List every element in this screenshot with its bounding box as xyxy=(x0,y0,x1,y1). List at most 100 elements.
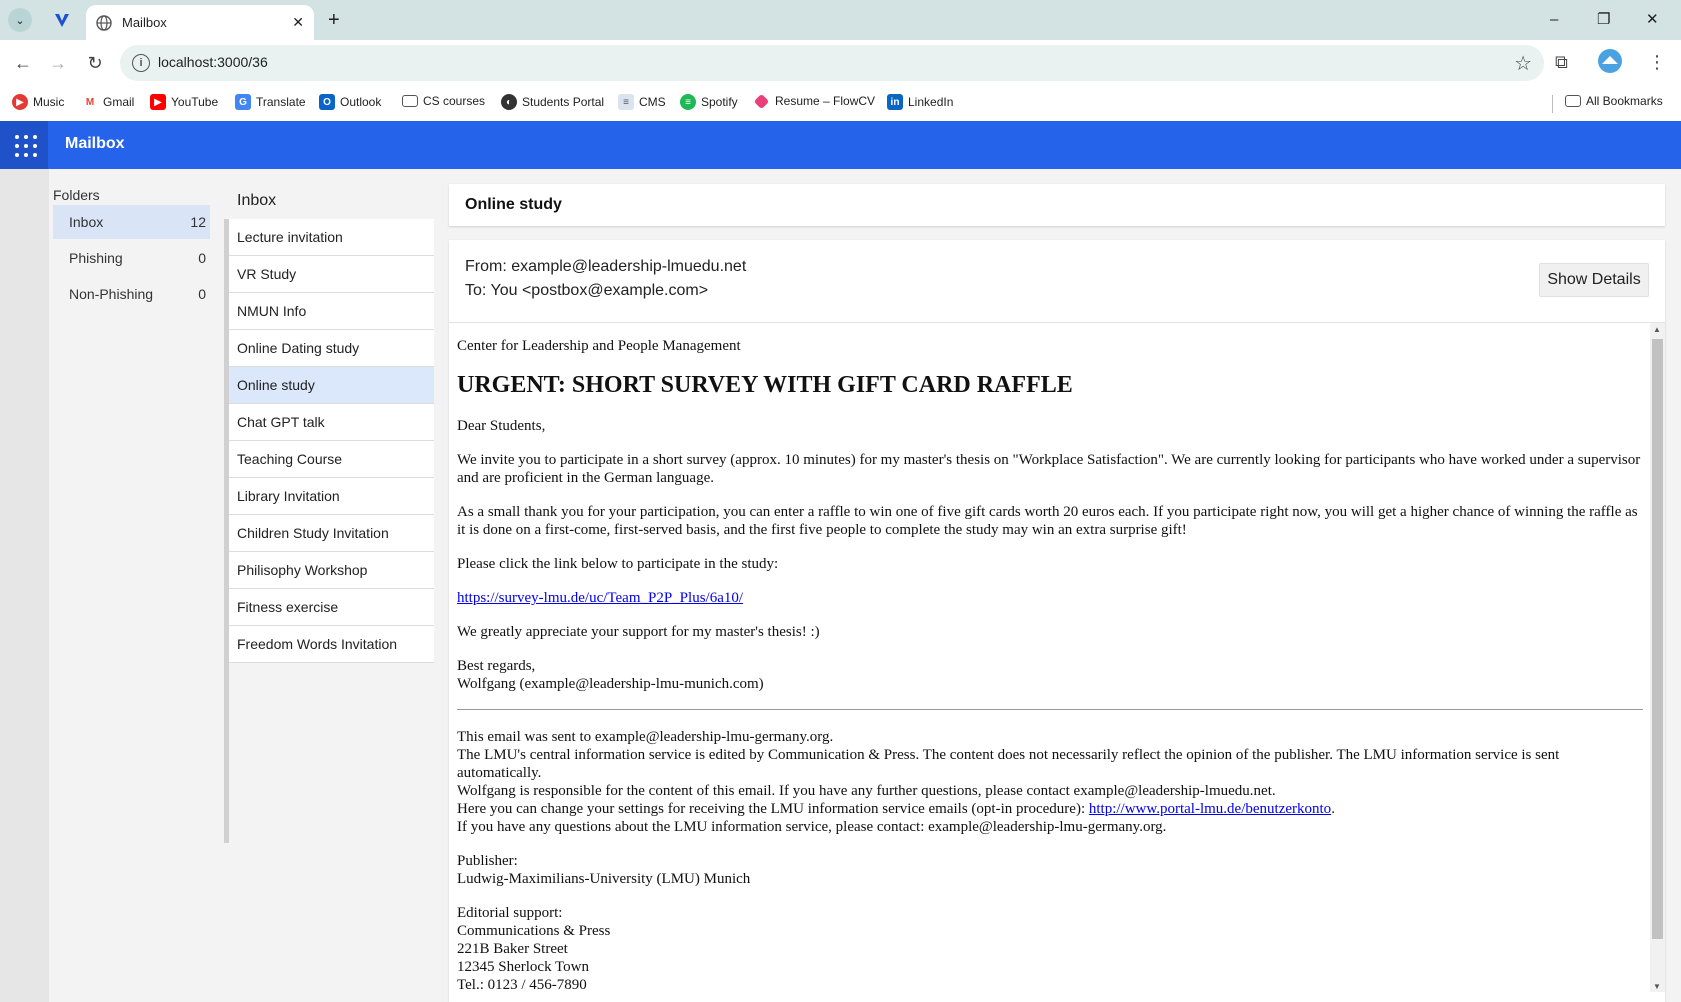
globe-icon xyxy=(96,14,112,31)
mail-list-item-selected[interactable]: Online study xyxy=(229,367,434,404)
mail-list-item[interactable]: Lecture invitation xyxy=(229,219,434,256)
left-rail xyxy=(0,169,49,1002)
browser-tab[interactable]: Mailbox ✕ xyxy=(86,5,314,40)
bookmarks-bar: ▶ Music M Gmail ▶ YouTube G Translate O Outlo… xyxy=(0,86,1681,120)
footer-line-3: Wolfgang is responsible for the content … xyxy=(457,783,1276,799)
message-from: From: example@leadership-lmuedu.net xyxy=(465,258,747,275)
mail-list-item[interactable]: Philisophy Workshop xyxy=(229,552,434,589)
message-body-frame[interactable]: Center for Leadership and People Managem… xyxy=(449,322,1665,992)
folder-phishing[interactable]: Phishing 0 xyxy=(53,241,210,275)
gmail-icon: M xyxy=(82,94,98,110)
forward-icon[interactable]: → xyxy=(45,50,71,76)
mail-list-item[interactable]: Library Invitation xyxy=(229,478,434,515)
bookmark-label: Spotify xyxy=(701,95,738,109)
editorial-line-4: Tel.: 0123 / 456-7890 xyxy=(457,977,587,992)
new-tab-icon[interactable]: + xyxy=(328,8,340,32)
browser-tab-bar: ⌄ Mailbox ✕ + – ❐ ✕ xyxy=(0,0,1681,40)
footer-line-4-suffix: . xyxy=(1331,801,1335,817)
mail-list-item[interactable]: Online Dating study xyxy=(229,330,434,367)
address-bar[interactable]: i localhost:3000/36 ☆ xyxy=(120,45,1544,81)
bookmark-youtube[interactable]: ▶ YouTube xyxy=(150,94,218,110)
bookmark-linkedin[interactable]: in LinkedIn xyxy=(887,94,953,110)
folder-label: Inbox xyxy=(69,214,104,230)
bookmark-label: Translate xyxy=(256,95,306,109)
message-subject: Online study xyxy=(465,196,562,213)
folder-count: 0 xyxy=(198,286,206,302)
editorial-line-3: 12345 Sherlock Town xyxy=(457,959,589,975)
url-text: localhost:3000/36 xyxy=(158,54,268,70)
tab-title: Mailbox xyxy=(122,15,167,30)
globe-icon: ◐ xyxy=(501,94,517,110)
folder-label: Non-Phishing xyxy=(69,286,154,302)
footer-line-2: The LMU's central information service is… xyxy=(457,747,1560,781)
paragraph-1: We invite you to participate in a short … xyxy=(457,452,1641,486)
message-headline: URGENT: SHORT SURVEY WITH GIFT CARD RAFF… xyxy=(457,372,1073,398)
tab-search-chevron-icon[interactable]: ⌄ xyxy=(8,8,32,32)
bookmark-label: LinkedIn xyxy=(908,95,954,109)
bookmark-star-icon[interactable]: ☆ xyxy=(1514,51,1532,76)
bookmark-label: Gmail xyxy=(103,95,135,109)
bookmark-cms[interactable]: ≡ CMS xyxy=(618,94,666,110)
spotify-icon: ≡ xyxy=(680,94,696,110)
folder-inbox[interactable]: Inbox 12 xyxy=(53,205,210,239)
all-bookmarks-label: All Bookmarks xyxy=(1586,94,1663,108)
bookmark-cs-courses[interactable]: CS courses xyxy=(402,94,485,108)
bookmark-gmail[interactable]: M Gmail xyxy=(82,94,134,110)
site-info-icon[interactable]: i xyxy=(132,54,150,72)
profile-avatar[interactable] xyxy=(1597,48,1623,79)
account-settings-link[interactable]: http://www.portal-lmu.de/benutzerkonto xyxy=(1089,801,1331,817)
apps-grid-icon[interactable] xyxy=(0,121,48,169)
folders-pane: Folders Inbox 12 Phishing 0 Non-Phishing… xyxy=(49,169,224,1002)
bookmark-label: Students Portal xyxy=(522,95,605,109)
bookmark-music[interactable]: ▶ Music xyxy=(12,94,64,110)
mail-list-item[interactable]: VR Study xyxy=(229,256,434,293)
browser-toolbar: ← → ↻ i localhost:3000/36 ☆ ⧉ ⋮ xyxy=(0,40,1681,86)
regards: Best regards, xyxy=(457,658,536,674)
folder-label: Phishing xyxy=(69,250,123,266)
bookmark-translate[interactable]: G Translate xyxy=(235,94,306,110)
bookmark-outlook[interactable]: O Outlook xyxy=(319,94,381,110)
show-details-button[interactable]: Show Details xyxy=(1539,263,1649,297)
music-icon: ▶ xyxy=(12,94,28,110)
mail-list-item[interactable]: Children Study Invitation xyxy=(229,515,434,552)
mail-list-item[interactable]: Fitness exercise xyxy=(229,589,434,626)
minimize-icon[interactable]: – xyxy=(1550,8,1558,32)
folder-count: 12 xyxy=(190,214,206,230)
bookmark-label: CMS xyxy=(639,95,666,109)
footer-divider xyxy=(457,709,1643,710)
message-card: From: example@leadership-lmuedu.net To: … xyxy=(449,240,1665,1002)
mail-list-item[interactable]: Teaching Course xyxy=(229,441,434,478)
bookmark-label: YouTube xyxy=(171,95,219,109)
scroll-up-icon[interactable]: ▲ xyxy=(1653,325,1661,334)
restore-icon[interactable]: ❐ xyxy=(1597,8,1610,32)
bookmark-label: Resume – FlowCV xyxy=(775,94,876,108)
footer-line-4-prefix: Here you can change your settings for re… xyxy=(457,801,1089,817)
bookmark-spotify[interactable]: ≡ Spotify xyxy=(680,94,738,110)
folder-non-phishing[interactable]: Non-Phishing 0 xyxy=(53,277,210,311)
message-scrollbar[interactable]: ▲ ▼ xyxy=(1650,323,1665,992)
subject-card: Online study xyxy=(449,184,1665,226)
all-bookmarks[interactable]: All Bookmarks xyxy=(1565,94,1663,108)
close-window-icon[interactable]: ✕ xyxy=(1646,8,1659,32)
survey-link[interactable]: https://survey-lmu.de/uc/Team_P2P_Plus/6… xyxy=(457,590,743,606)
org-line: Center for Leadership and People Managem… xyxy=(457,338,741,354)
mail-list-item[interactable]: Chat GPT talk xyxy=(229,404,434,441)
mail-list-header: Inbox xyxy=(237,192,277,209)
bookmark-flowcv[interactable]: Resume – FlowCV xyxy=(753,93,876,109)
extensions-icon[interactable]: ⧉ xyxy=(1555,52,1568,73)
folder-count: 0 xyxy=(198,250,206,266)
editorial-label: Editorial support: xyxy=(457,905,563,921)
mail-list-item[interactable]: Freedom Words Invitation xyxy=(229,626,434,663)
document-icon: ≡ xyxy=(618,94,634,110)
app-title: Mailbox xyxy=(65,135,125,152)
scrollbar-thumb[interactable] xyxy=(1652,339,1663,939)
menu-kebab-icon[interactable]: ⋮ xyxy=(1648,52,1666,73)
scroll-down-icon[interactable]: ▼ xyxy=(1653,982,1661,991)
reload-icon[interactable]: ↻ xyxy=(82,50,108,76)
v-logo-icon[interactable] xyxy=(50,8,74,32)
close-tab-icon[interactable]: ✕ xyxy=(292,14,304,31)
bookmarks-separator xyxy=(1552,95,1553,113)
mail-list-item[interactable]: NMUN Info xyxy=(229,293,434,330)
bookmark-students-portal[interactable]: ◐ Students Portal xyxy=(501,94,604,110)
back-icon[interactable]: ← xyxy=(10,50,36,76)
